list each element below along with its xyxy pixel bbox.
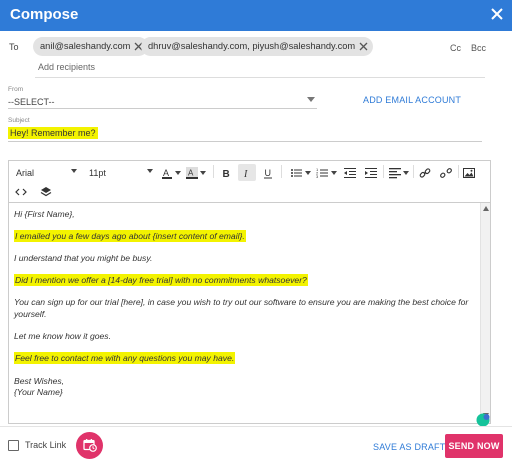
editor-scrollbar[interactable] <box>480 203 490 423</box>
track-link-label: Track Link <box>25 440 67 450</box>
remove-recipient-icon[interactable] <box>359 42 368 51</box>
bulleted-list-icon[interactable] <box>290 167 302 179</box>
recipient-chip[interactable]: anil@saleshandy.com <box>33 37 149 56</box>
divider <box>35 77 485 78</box>
body-text: Best Wishes, <box>14 376 65 386</box>
send-now-button[interactable]: SEND NOW <box>445 434 503 458</box>
subject-label: Subject <box>8 117 30 124</box>
toolbar-separator <box>458 165 459 178</box>
editor-toolbar: Arial 11pt A A B I U 123 <box>9 161 490 203</box>
underline-icon[interactable]: U <box>262 167 274 179</box>
schedule-button[interactable] <box>76 432 103 459</box>
subject-input[interactable]: Hey! Remember me? <box>8 127 98 139</box>
layers-icon[interactable] <box>40 186 52 198</box>
toolbar-separator <box>281 165 282 178</box>
toolbar-separator <box>383 165 384 178</box>
image-icon[interactable] <box>463 167 475 179</box>
code-view-icon[interactable] <box>15 186 27 198</box>
svg-text:U: U <box>265 168 272 178</box>
svg-text:B: B <box>223 169 230 179</box>
email-editor[interactable]: Arial 11pt A A B I U 123 Hi {First Name}… <box>8 160 491 424</box>
chevron-down-icon[interactable] <box>175 170 181 176</box>
body-paragraph: Did I mention we offer a [14-day free tr… <box>14 274 308 286</box>
toolbar-separator <box>413 165 414 178</box>
add-email-account-button[interactable]: ADD EMAIL ACCOUNT <box>363 95 461 105</box>
from-label: From <box>8 86 24 93</box>
link-icon[interactable] <box>419 167 431 179</box>
chevron-down-icon[interactable] <box>147 168 153 174</box>
svg-text:A: A <box>188 169 194 178</box>
chevron-down-icon[interactable] <box>305 170 311 176</box>
indent-icon[interactable] <box>365 167 377 179</box>
to-label: To <box>9 42 19 52</box>
close-icon[interactable] <box>489 6 505 22</box>
body-text-highlighted: I emailed you a few days ago about {inse… <box>14 230 246 242</box>
calendar-clock-icon <box>83 439 97 452</box>
recipient-chip-label: anil@saleshandy.com <box>40 41 131 51</box>
highlight-color-icon[interactable]: A <box>186 167 198 179</box>
font-family-select[interactable]: Arial <box>16 168 34 178</box>
chevron-down-icon[interactable] <box>403 170 409 176</box>
compose-title-bar: Compose <box>0 0 512 31</box>
body-text: Let me know how it goes. <box>14 331 111 341</box>
track-link-checkbox[interactable] <box>8 440 19 451</box>
body-text: You can sign up for our trial [here], in… <box>14 297 469 307</box>
body-paragraph: yourself. <box>14 309 46 319</box>
body-text: Hi {First Name}, <box>14 209 75 219</box>
body-paragraph: Hi {First Name}, <box>14 209 75 219</box>
divider <box>8 108 317 109</box>
save-as-draft-button[interactable]: SAVE AS DRAFT <box>373 442 445 452</box>
from-select[interactable]: --SELECT-- <box>8 97 55 107</box>
body-text: {Your Name} <box>14 387 63 397</box>
chevron-down-icon[interactable] <box>200 170 206 176</box>
body-paragraph: I emailed you a few days ago about {inse… <box>14 230 246 242</box>
body-paragraph: You can sign up for our trial [here], in… <box>14 297 468 307</box>
chevron-down-icon[interactable] <box>331 170 337 176</box>
body-text: I understand that you might be busy. <box>14 253 153 263</box>
body-text: yourself. <box>14 309 47 319</box>
body-paragraph: Best Wishes, <box>14 376 64 386</box>
svg-text:A: A <box>163 168 169 178</box>
svg-text:3: 3 <box>316 174 319 179</box>
add-recipients-input[interactable]: Add recipients <box>38 62 95 72</box>
divider <box>0 426 512 427</box>
scroll-up-icon[interactable] <box>483 206 489 211</box>
chevron-down-icon[interactable] <box>307 97 315 103</box>
text-color-icon[interactable]: A <box>161 167 173 179</box>
window-title: Compose <box>10 6 79 23</box>
body-paragraph: Let me know how it goes. <box>14 331 111 341</box>
body-text-highlighted: Feel free to contact me with any questio… <box>14 352 236 364</box>
align-icon[interactable] <box>389 167 401 179</box>
divider <box>8 141 482 142</box>
chevron-down-icon[interactable] <box>71 168 77 174</box>
body-paragraph: Feel free to contact me with any questio… <box>14 352 236 364</box>
bcc-button[interactable]: Bcc <box>471 43 486 53</box>
font-size-select[interactable]: 11pt <box>89 168 106 178</box>
body-paragraph: I understand that you might be busy. <box>14 253 152 263</box>
recipient-chip[interactable]: dhruv@saleshandy.com, piyush@saleshandy.… <box>141 37 374 56</box>
cc-button[interactable]: Cc <box>450 43 461 53</box>
unlink-icon[interactable] <box>440 167 452 179</box>
outdent-icon[interactable] <box>344 167 356 179</box>
body-text-highlighted: Did I mention we offer a [14-day free tr… <box>14 274 308 286</box>
svg-text:I: I <box>243 169 248 179</box>
bold-icon[interactable]: B <box>220 167 232 179</box>
recipient-chip-label: dhruv@saleshandy.com, piyush@saleshandy.… <box>148 41 356 51</box>
toolbar-separator <box>213 165 214 178</box>
italic-button[interactable]: I <box>238 164 256 181</box>
body-paragraph: {Your Name} <box>14 387 63 397</box>
grammarly-icon[interactable] <box>476 413 490 427</box>
italic-icon: I <box>243 169 248 179</box>
numbered-list-icon[interactable]: 123 <box>316 167 328 179</box>
